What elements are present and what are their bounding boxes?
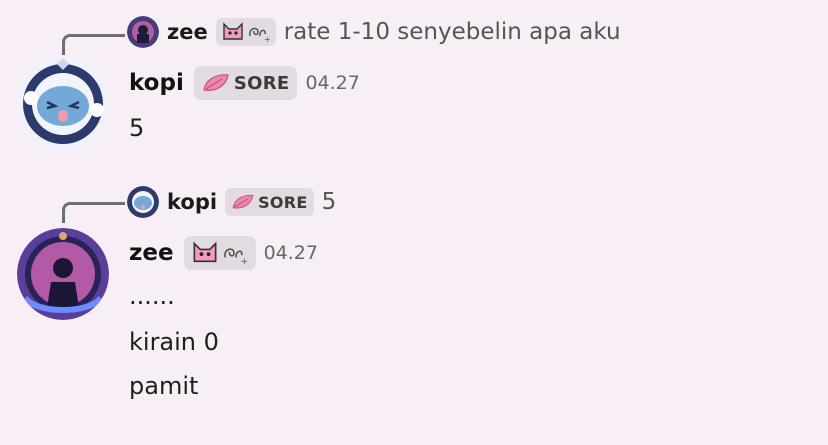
pink-leaf-icon [232, 194, 254, 209]
svg-text:+: + [240, 257, 247, 264]
reply-author[interactable]: kopi [167, 190, 217, 214]
author-name[interactable]: kopi [129, 70, 184, 96]
reply-connector [62, 202, 125, 223]
reply-author[interactable]: zee [167, 20, 208, 44]
message-text: pamit [129, 372, 199, 400]
timestamp: 04.27 [263, 242, 318, 264]
zee-tag-badge: + [215, 18, 276, 46]
svg-text:+: + [264, 35, 270, 42]
reply-preview[interactable]: zee + rate 1-10 senyebelin apa aku [127, 16, 621, 48]
timestamp: 04.27 [305, 72, 360, 94]
author-name[interactable]: zee [129, 240, 174, 266]
kopi-avatar[interactable] [17, 58, 109, 150]
message-header: kopi SORE 04.27 [129, 66, 360, 100]
zee-mini-avatar[interactable] [127, 16, 159, 48]
reply-connector [62, 34, 125, 55]
swirl-icon: + [223, 248, 248, 264]
zee-tag-badge: + [183, 236, 256, 270]
pink-cat-icon [223, 22, 243, 40]
message-header: zee + 04.27 [129, 236, 318, 270]
zee-avatar[interactable] [17, 228, 109, 320]
message-text: 5 [129, 114, 145, 142]
kopi-tag-badge: SORE [193, 66, 298, 100]
reply-text: 5 [321, 189, 337, 215]
kopi-mini-avatar[interactable] [127, 186, 159, 218]
message-text: kirain 0 [129, 328, 219, 356]
message-text: ...... [129, 282, 175, 310]
reply-text: rate 1-10 senyebelin apa aku [283, 19, 621, 45]
swirl-icon: + [248, 27, 270, 42]
tag-text: SORE [233, 72, 290, 94]
reply-preview[interactable]: kopi SORE 5 [127, 186, 336, 218]
kopi-tag-badge: SORE [225, 188, 314, 216]
pink-leaf-icon [203, 74, 229, 91]
pink-cat-icon [193, 241, 217, 263]
tag-text: SORE [258, 192, 308, 212]
